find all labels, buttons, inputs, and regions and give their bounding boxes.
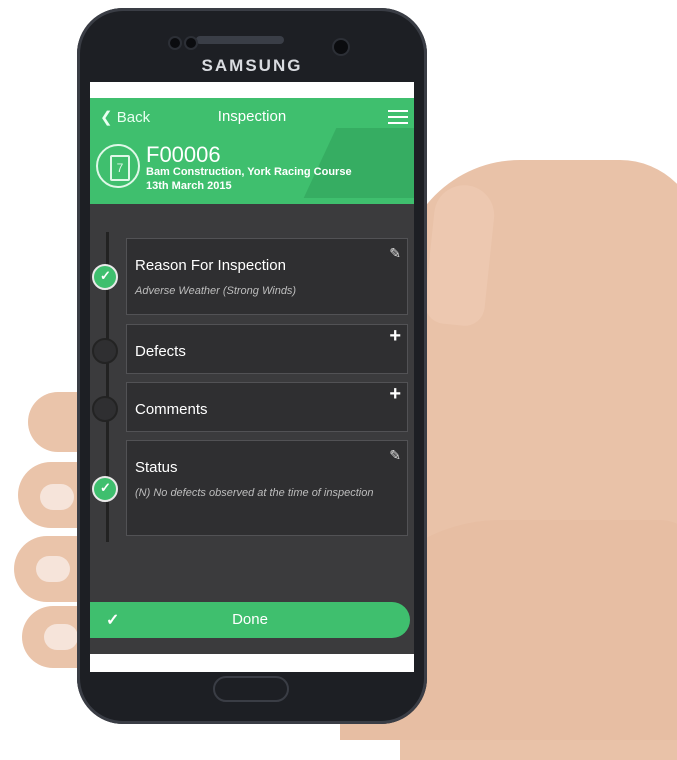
step-title: Status xyxy=(135,459,178,476)
plus-icon[interactable]: + xyxy=(389,383,401,406)
step-complete-icon xyxy=(92,476,118,502)
step-subtitle: Adverse Weather (Strong Winds) xyxy=(135,285,297,297)
inspection-date: 13th March 2015 xyxy=(146,180,232,192)
page-title: Inspection xyxy=(217,108,287,125)
inspection-code: F00006 xyxy=(146,142,221,167)
sensor-icon xyxy=(186,38,196,48)
step-complete-icon xyxy=(92,264,118,290)
device-brand: SAMSUNG xyxy=(201,56,303,75)
step-title: Defects xyxy=(135,343,186,360)
edit-icon[interactable]: ✎ xyxy=(389,245,401,262)
fingernail xyxy=(44,624,78,650)
done-button[interactable]: ✓ Done xyxy=(90,602,410,638)
map-decoration xyxy=(303,128,414,198)
step-title: Reason For Inspection xyxy=(135,257,286,274)
status-bar xyxy=(90,82,414,98)
app-screen: ❮ Back Inspection 7 F00006 Bam Construct… xyxy=(90,82,414,654)
step-card-defects[interactable]: Defects + xyxy=(126,324,408,374)
sensor-icon xyxy=(170,38,180,48)
front-camera-icon xyxy=(334,40,348,54)
clipboard-number: 7 xyxy=(110,155,130,181)
hamburger-icon[interactable] xyxy=(388,110,408,124)
step-title: Comments xyxy=(135,401,208,418)
step-card-status[interactable]: Status (N) No defects observed at the ti… xyxy=(126,440,408,536)
done-label: Done xyxy=(232,611,268,628)
step-pending-icon xyxy=(92,338,118,364)
step-pending-icon xyxy=(92,396,118,422)
clipboard-icon: 7 xyxy=(96,144,140,188)
fingernail xyxy=(36,556,70,582)
site-name: Bam Construction, York Racing Course xyxy=(146,166,352,178)
earpiece-speaker xyxy=(196,36,284,44)
home-button[interactable] xyxy=(213,676,289,702)
step-card-comments[interactable]: Comments + xyxy=(126,382,408,432)
edit-icon[interactable]: ✎ xyxy=(389,447,401,464)
plus-icon[interactable]: + xyxy=(389,325,401,348)
fingernail xyxy=(40,484,74,510)
screen-bottom-bar xyxy=(90,654,414,672)
step-subtitle: (N) No defects observed at the time of i… xyxy=(135,487,374,499)
app-header: ❮ Back Inspection 7 F00006 Bam Construct… xyxy=(90,98,414,204)
step-card-reason[interactable]: Reason For Inspection Adverse Weather (S… xyxy=(126,238,408,315)
